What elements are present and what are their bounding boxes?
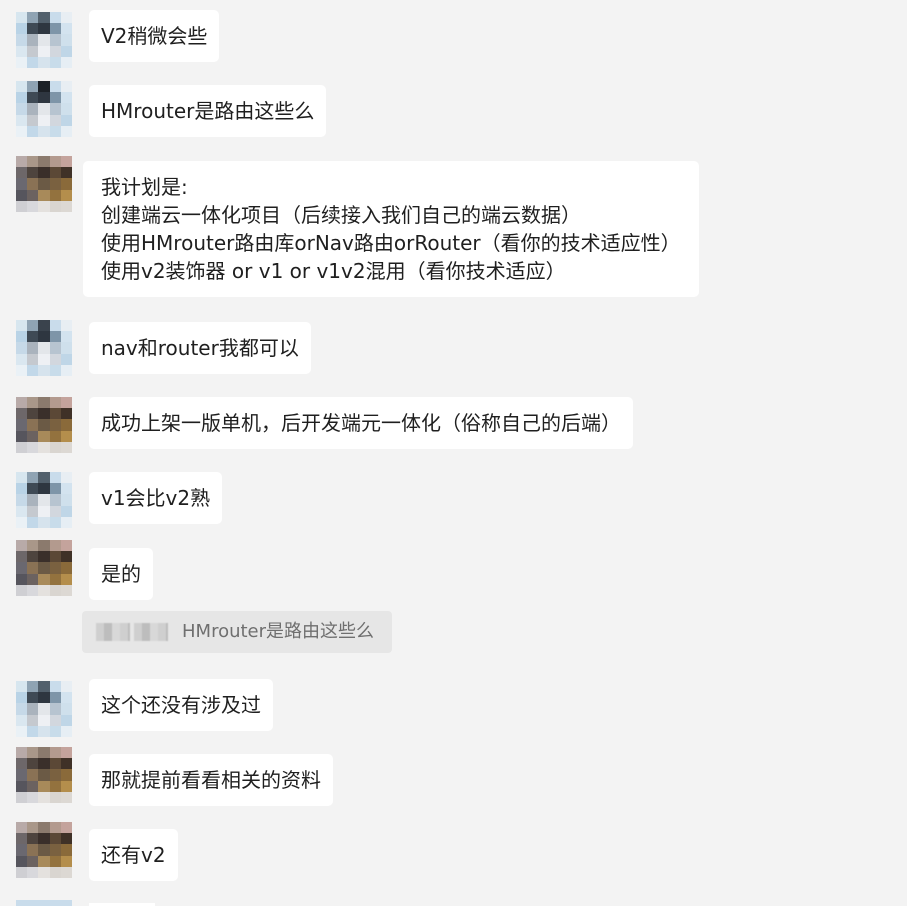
message-bubble[interactable]: HMrouter是路由这些么 bbox=[89, 85, 327, 137]
avatar[interactable] bbox=[16, 156, 72, 212]
avatar[interactable] bbox=[16, 81, 72, 137]
message-bubble[interactable]: 还有v2 bbox=[89, 829, 178, 881]
message-text: 是的 bbox=[101, 562, 141, 586]
avatar[interactable] bbox=[16, 320, 72, 376]
avatar[interactable] bbox=[16, 747, 72, 803]
message-text: 这个还没有涉及过 bbox=[101, 693, 261, 717]
message-text: V2稍微会些 bbox=[101, 24, 208, 48]
message-bubble[interactable]: 那就提前看看相关的资料 bbox=[89, 754, 333, 806]
avatar[interactable] bbox=[16, 540, 72, 596]
message-text-line: 使用v2装饰器 or v1 or v1v2混用（看你技术适应） bbox=[101, 259, 566, 283]
avatar[interactable] bbox=[16, 822, 72, 878]
message-text: 那就提前看看相关的资料 bbox=[101, 768, 321, 792]
message-bubble[interactable]: 这个还没有涉及过 bbox=[89, 679, 273, 731]
message-bubble[interactable]: 我计划是: 创建端云一体化项目（后续接入我们自己的端云数据） 使用HMroute… bbox=[83, 161, 699, 297]
message-text-line: 我计划是: bbox=[101, 175, 188, 199]
message-bubble[interactable]: V2稍微会些 bbox=[89, 10, 220, 62]
avatar[interactable] bbox=[16, 12, 72, 68]
message-bubble[interactable]: v1会比v2熟 bbox=[89, 472, 223, 524]
quote-text: HMrouter是路由这些么 bbox=[182, 621, 375, 642]
message-bubble[interactable]: 是的 bbox=[89, 548, 153, 600]
avatar[interactable] bbox=[16, 900, 72, 906]
message-bubble[interactable]: nav和router我都可以 bbox=[89, 322, 311, 374]
avatar[interactable] bbox=[16, 472, 72, 528]
message-text: v1会比v2熟 bbox=[101, 486, 211, 510]
message-bubble[interactable]: 成功上架一版单机，后开发端元一体化（俗称自己的后端） bbox=[89, 397, 633, 449]
message-text-line: 使用HMrouter路由库orNav路由orRouter（看你的技术适应性） bbox=[101, 231, 681, 255]
quoted-sender-redacted bbox=[134, 623, 168, 641]
avatar[interactable] bbox=[16, 681, 72, 737]
quoted-message[interactable]: HMrouter是路由这些么 bbox=[82, 611, 393, 653]
message-text: 成功上架一版单机，后开发端元一体化（俗称自己的后端） bbox=[101, 411, 621, 435]
quoted-sender-redacted bbox=[96, 623, 130, 641]
message-text: nav和router我都可以 bbox=[101, 336, 299, 360]
message-text-line: 创建端云一体化项目（后续接入我们自己的端云数据） bbox=[101, 203, 581, 227]
avatar[interactable] bbox=[16, 397, 72, 453]
message-text: HMrouter是路由这些么 bbox=[101, 99, 315, 123]
message-text: 还有v2 bbox=[101, 843, 166, 867]
